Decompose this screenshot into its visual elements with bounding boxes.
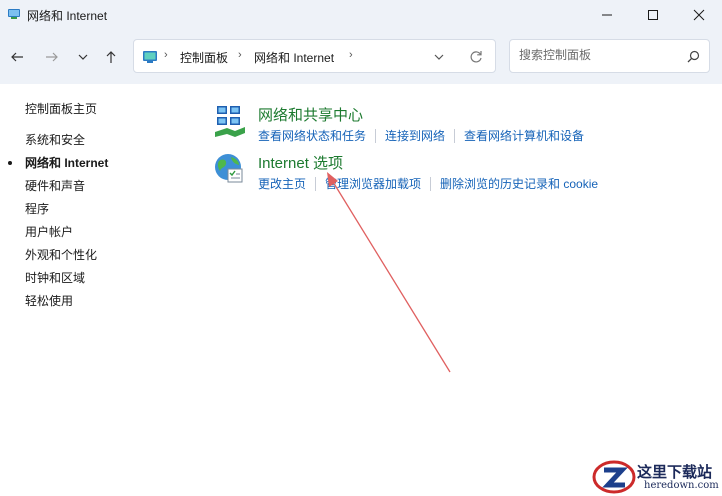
network-window-icon [8, 9, 20, 19]
watermark: 这里下载站 heredown.com [592, 459, 720, 495]
maximize-button[interactable] [630, 0, 676, 30]
close-button[interactable] [676, 0, 722, 30]
breadcrumb-control-panel[interactable]: 控制面板 [180, 49, 228, 66]
address-bar[interactable]: › 控制面板 › 网络和 Internet › [133, 39, 496, 73]
breadcrumb-separator: › [164, 49, 168, 61]
navigation-bar: › 控制面板 › 网络和 Internet › [0, 30, 722, 84]
breadcrumb-separator: › [238, 49, 242, 61]
sidebar-item-label: 硬件和声音 [25, 179, 86, 193]
sidebar-item-label: 时钟和区域 [25, 271, 86, 285]
sidebar-item-label: 系统和安全 [25, 133, 86, 147]
control-panel-home-link[interactable]: 控制面板主页 [25, 100, 97, 117]
breadcrumb-network-internet[interactable]: 网络和 Internet [254, 49, 334, 66]
watermark-title: 这里下载站 [637, 463, 713, 481]
view-network-status-link[interactable]: 查看网络状态和任务 [258, 129, 375, 143]
category-title-network-sharing-center[interactable]: 网络和共享中心 [258, 104, 363, 125]
arrow-right-icon [46, 52, 58, 62]
arrow-left-icon [11, 52, 23, 62]
control-panel-icon [143, 51, 157, 63]
sidebar-item-label: 外观和个性化 [25, 248, 98, 262]
forward-button[interactable] [41, 46, 63, 68]
breadcrumb-separator: › [349, 49, 353, 61]
network-sharing-center-icon[interactable] [213, 104, 247, 138]
sidebar-item-network-internet[interactable]: 网络和 Internet [0, 155, 108, 178]
delete-browsing-history-link[interactable]: 删除浏览的历史记录和 cookie [430, 177, 607, 191]
search-input[interactable] [519, 48, 679, 62]
recent-locations-button[interactable] [72, 46, 94, 68]
search-icon[interactable] [687, 50, 700, 63]
search-box[interactable] [509, 39, 710, 73]
manage-addons-link[interactable]: 管理浏览器加载项 [315, 177, 430, 191]
category-links: 更改主页 管理浏览器加载项 删除浏览的历史记录和 cookie [258, 177, 607, 191]
sidebar-item-label: 轻松使用 [25, 294, 74, 308]
view-network-computers-link[interactable]: 查看网络计算机和设备 [454, 129, 593, 143]
window-title: 网络和 Internet [27, 9, 108, 23]
minimize-button[interactable] [584, 0, 630, 30]
title-bar: 网络和 Internet [0, 0, 722, 30]
watermark-subtitle: heredown.com [644, 480, 719, 491]
sidebar-item-label: 程序 [25, 202, 50, 216]
connect-to-network-link[interactable]: 连接到网络 [375, 129, 454, 143]
maximize-icon [648, 10, 658, 20]
sidebar-item-label: 用户帐户 [25, 225, 74, 239]
minimize-icon [602, 14, 612, 16]
back-button[interactable] [6, 46, 28, 68]
internet-options-globe-icon[interactable] [213, 152, 247, 186]
refresh-icon[interactable] [468, 49, 484, 65]
sidebar: 系统和安全 网络和 Internet 硬件和声音 程序 用户帐户 外观和个性化 … [0, 132, 108, 316]
sidebar-item-clock-region[interactable]: 时钟和区域 [0, 270, 108, 293]
category-links: 查看网络状态和任务 连接到网络 查看网络计算机和设备 [258, 129, 593, 143]
sidebar-item-system-security[interactable]: 系统和安全 [0, 132, 108, 155]
arrow-up-icon [106, 51, 116, 63]
sidebar-item-hardware-sound[interactable]: 硬件和声音 [0, 178, 108, 201]
up-button[interactable] [100, 46, 122, 68]
sidebar-item-ease-of-access[interactable]: 轻松使用 [0, 293, 108, 316]
close-icon [693, 9, 705, 21]
category-title-internet-options[interactable]: Internet 选项 [258, 152, 343, 173]
sidebar-item-appearance[interactable]: 外观和个性化 [0, 247, 108, 270]
change-homepage-link[interactable]: 更改主页 [258, 177, 315, 191]
sidebar-item-label: 网络和 Internet [25, 156, 109, 170]
sidebar-item-user-accounts[interactable]: 用户帐户 [0, 224, 108, 247]
chevron-down-icon [78, 54, 88, 60]
chevron-down-icon[interactable] [431, 49, 447, 65]
watermark-logo-icon [592, 460, 636, 494]
sidebar-item-programs[interactable]: 程序 [0, 201, 108, 224]
active-indicator [8, 161, 12, 165]
